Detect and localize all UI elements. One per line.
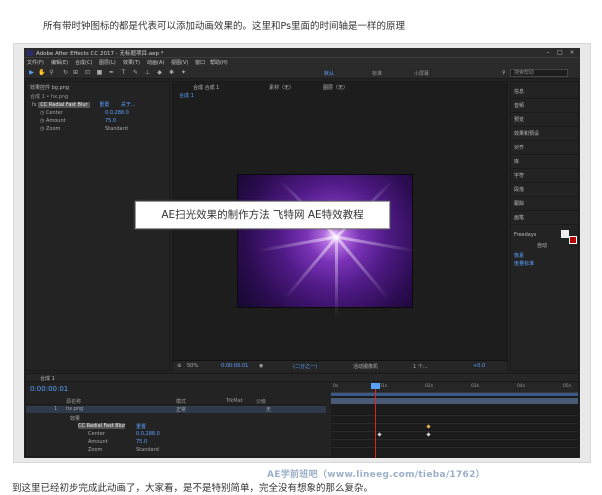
- menu-bar: 文件(F) 编辑(E) 合成(C) 图层(L) 效果(T) 动画(A) 视图(V…: [24, 58, 580, 67]
- views-dropdown[interactable]: 1 个...: [413, 363, 428, 370]
- search-icon[interactable]: ⚲: [502, 70, 506, 76]
- type-tool-icon[interactable]: T: [120, 69, 127, 76]
- panel-tracker[interactable]: 跟踪: [514, 200, 524, 207]
- timeline-column-headers: 源名称 模式 TrkMat 父级: [26, 398, 326, 405]
- menu-help[interactable]: 帮助(H): [210, 59, 228, 66]
- ec-fx-row[interactable]: fx CC Radial Fast Blur 重置 关于...: [32, 101, 136, 108]
- keyframe[interactable]: [377, 432, 382, 437]
- exposure-value[interactable]: +0.0: [473, 363, 485, 369]
- layer-duration-bar[interactable]: [331, 398, 578, 404]
- menu-layer[interactable]: 图层(L): [99, 59, 116, 66]
- current-time[interactable]: 0:00:00:01: [221, 363, 248, 369]
- zoom-dropdown[interactable]: 50%: [187, 363, 198, 369]
- help-search-input[interactable]: 搜索帮助: [510, 69, 568, 77]
- hand-tool-icon[interactable]: ✋: [38, 69, 45, 76]
- keyframe[interactable]: [426, 432, 431, 437]
- panel-library[interactable]: 库: [514, 158, 519, 165]
- caption-bottom: 到这里已经初步完成此动画了，大家看，是不是特别简单，完全没有想象的那么复杂。: [12, 483, 374, 494]
- time-ruler[interactable]: 0s 01s 02s 03s 04s 05s: [331, 383, 578, 393]
- menu-edit[interactable]: 编辑(E): [51, 59, 68, 66]
- panel-effects-presets[interactable]: 效果和预设: [514, 130, 539, 137]
- ec-param-center[interactable]: ◷ Center 0.0,288.0: [40, 110, 129, 116]
- leading-dropdown[interactable]: 自动: [537, 242, 547, 249]
- fill-color-swatch[interactable]: [561, 230, 569, 238]
- comp-viewer[interactable]: [237, 174, 416, 317]
- ec-about-link[interactable]: 关于...: [121, 102, 136, 108]
- panel-preview[interactable]: 预览: [514, 116, 524, 123]
- rotate-tool-icon[interactable]: ↻: [62, 69, 69, 76]
- maximize-icon[interactable]: □: [556, 49, 564, 56]
- menu-animation[interactable]: 动画(A): [147, 59, 164, 66]
- timeline-header: 合成 1: [26, 374, 578, 382]
- window-title: Adobe After Effects CC 2017 - 无标题项目.aep …: [36, 51, 164, 57]
- center-overlay-banner: AE扫光效果的制作方法 飞特网 AE特效教程: [135, 201, 390, 229]
- timeline-timecode[interactable]: 0:00:00:01: [30, 385, 68, 393]
- comp-tab[interactable]: 合成 合成 1: [193, 84, 219, 91]
- size-unit[interactable]: 像素: [514, 252, 524, 259]
- stroke-color-swatch[interactable]: [569, 236, 577, 244]
- font-family-dropdown[interactable]: Freedays: [514, 232, 536, 238]
- pan-tool-icon[interactable]: ⊡: [84, 69, 91, 76]
- camera-tool-icon[interactable]: ⊞: [72, 69, 79, 76]
- close-icon[interactable]: ×: [568, 49, 576, 56]
- ec-param-amount[interactable]: ◷ Amount 75.0: [40, 118, 116, 124]
- brush-tool-icon[interactable]: ✎: [132, 69, 139, 76]
- panel-info[interactable]: 信息: [514, 88, 524, 95]
- shape-tool-icon[interactable]: ■: [96, 69, 103, 76]
- puppet-tool-icon[interactable]: ✦: [180, 69, 187, 76]
- ec-fx-name: CC Radial Fast Blur: [38, 102, 90, 108]
- playhead[interactable]: [375, 383, 376, 458]
- workspace-default[interactable]: 默认: [324, 70, 334, 77]
- panel-brushes[interactable]: 画笔: [514, 214, 524, 221]
- caption-top: 所有带时钟图标的都是代表可以添加动画效果的。这里和Ps里面的时间轴是一样的原理: [43, 21, 406, 32]
- selection-tool-icon[interactable]: ▶: [28, 69, 35, 76]
- pen-tool-icon[interactable]: ✒: [108, 69, 115, 76]
- work-area-bar[interactable]: [331, 393, 578, 396]
- workspace-small[interactable]: 小屏幕: [414, 70, 429, 77]
- minimize-icon[interactable]: –: [544, 49, 552, 56]
- timeline-tab[interactable]: 合成 1: [40, 375, 55, 382]
- panel-align[interactable]: 对齐: [514, 144, 524, 151]
- footer-watermark: AE学前班吧（www.lineeg.com/tieba/1762）: [267, 470, 485, 480]
- tool-bar: ▶ ✋ ⚲ ↻ ⊞ ⊡ ■ ✒ T ✎ ⊥ ◆ ✱ ✦ 默认 标准 小屏幕 ⚲ …: [24, 67, 580, 79]
- layer-tab[interactable]: 图层（无）: [323, 84, 348, 91]
- panel-paragraph[interactable]: 段落: [514, 186, 524, 193]
- after-effects-window: Adobe After Effects CC 2017 - 无标题项目.aep …: [24, 48, 580, 458]
- magnify-icon[interactable]: ⊕: [177, 363, 181, 369]
- menu-composition[interactable]: 合成(C): [75, 59, 92, 66]
- clone-tool-icon[interactable]: ⊥: [144, 69, 151, 76]
- menu-window[interactable]: 窗口: [195, 59, 205, 66]
- workspace-standard[interactable]: 标准: [372, 70, 382, 77]
- menu-view[interactable]: 视图(V): [171, 59, 188, 66]
- playhead-handle[interactable]: [371, 383, 380, 389]
- menu-file[interactable]: 文件(F): [27, 59, 44, 66]
- title-bar: Adobe After Effects CC 2017 - 无标题项目.aep …: [24, 48, 580, 58]
- ec-param-zoom[interactable]: ◷ Zoom Standard: [40, 126, 128, 132]
- timeline-graph[interactable]: 0s 01s 02s 03s 04s 05s: [331, 383, 578, 458]
- timeline-panel: 合成 1 0:00:00:01 源名称 模式 TrkMat 父级 1 hx.pn…: [25, 373, 579, 458]
- right-panels: 信息 音频 预览 效果和预设 对齐 库 字符 段落 跟踪 画笔 Freedays…: [510, 81, 579, 371]
- panel-character[interactable]: 字符: [514, 172, 524, 179]
- ec-reset-link[interactable]: 重置: [99, 102, 109, 108]
- layer-row[interactable]: 1 hx.png 正常 无: [26, 406, 326, 413]
- zoom-tool-icon[interactable]: ⚲: [48, 69, 55, 76]
- resolution-dropdown[interactable]: (二分之一): [293, 363, 317, 370]
- comp-breadcrumb[interactable]: 合成 1: [179, 92, 194, 99]
- snapshot-icon[interactable]: ◉: [259, 363, 263, 369]
- keyframe[interactable]: [426, 424, 431, 429]
- roto-tool-icon[interactable]: ✱: [168, 69, 175, 76]
- ec-tab[interactable]: 效果控件 bg.png: [30, 84, 69, 91]
- camera-dropdown[interactable]: 活动摄像机: [353, 363, 378, 370]
- ae-logo-icon: [27, 50, 33, 56]
- eraser-tool-icon[interactable]: ◆: [156, 69, 163, 76]
- footage-tab[interactable]: 素材（无）: [269, 84, 294, 91]
- tracking-dropdown[interactable]: 度量标准: [514, 260, 534, 267]
- comp-footer-bar: ⊕ 50% 0:00:00:01 ◉ (二分之一) 活动摄像机 1 个... +…: [173, 360, 507, 371]
- ec-subtitle: 合成 1 • hx.png: [30, 94, 69, 100]
- menu-effect[interactable]: 效果(T): [123, 59, 140, 66]
- panel-audio[interactable]: 音频: [514, 102, 524, 109]
